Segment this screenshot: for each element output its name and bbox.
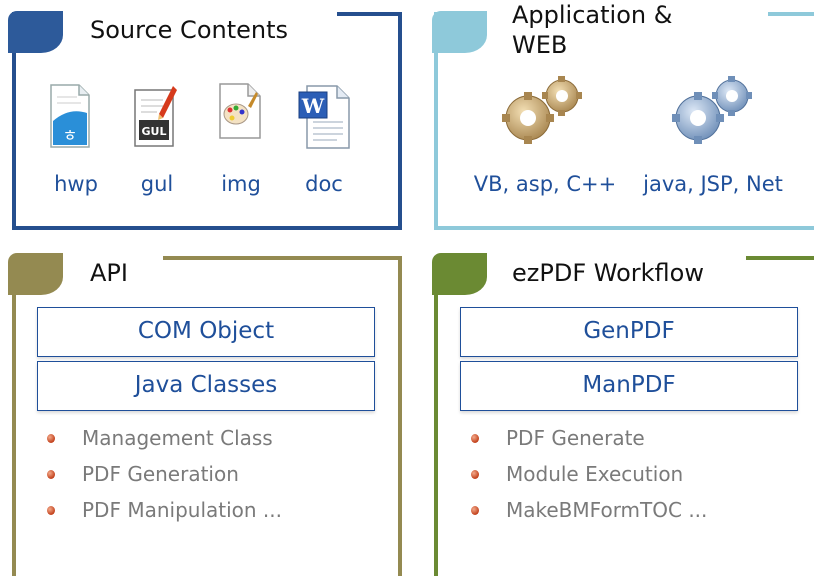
genpdf-button[interactable]: GenPDF [460, 307, 798, 357]
workflow-feature-list: PDF Generate Module Execution MakeBMForm… [466, 420, 707, 528]
java-classes-button[interactable]: Java Classes [37, 361, 375, 411]
app-label-java: java, JSP, Net [643, 172, 783, 196]
svg-text:W: W [301, 94, 325, 118]
com-object-button[interactable]: COM Object [37, 307, 375, 357]
api-feature-list: Management Class PDF Generation PDF Mani… [42, 420, 282, 528]
panel-frame [434, 256, 814, 576]
api-panel: API COM Object Java Classes Management C… [0, 244, 404, 576]
img-file-icon[interactable] [218, 82, 261, 142]
app-label-vb: VB, asp, C++ [473, 172, 617, 196]
file-label-gul: gul [140, 172, 174, 196]
gears-icon[interactable] [494, 72, 590, 152]
panel-title-line2: WEB [512, 31, 568, 59]
svg-text:GUL: GUL [142, 125, 167, 138]
list-item-label: PDF Generation [82, 462, 239, 486]
bullet-icon [471, 470, 479, 479]
panel-top-rule [163, 256, 402, 260]
hwp-file-icon[interactable]: ㅎ [49, 83, 91, 148]
panel-top-rule [746, 256, 814, 260]
gears-icon[interactable] [664, 72, 760, 152]
source-contents-panel: Source Contents ㅎ GUL W hwp gul img doc [0, 0, 404, 232]
list-item-label: PDF Manipulation ... [82, 498, 282, 522]
panel-title: API [90, 259, 128, 287]
file-label-hwp: hwp [54, 172, 98, 196]
panel-top-rule [337, 12, 402, 16]
panel-title: Source Contents [90, 16, 289, 44]
bullet-icon [47, 470, 55, 479]
panel-frame [12, 256, 402, 576]
manpdf-button[interactable]: ManPDF [460, 361, 798, 411]
svg-text:ㅎ: ㅎ [63, 126, 78, 145]
application-web-panel: Application & WEB VB, asp, C++ java, JSP… [432, 0, 814, 232]
list-item-label: Module Execution [506, 462, 684, 486]
bullet-icon [471, 434, 479, 443]
list-item: PDF Generate [466, 420, 707, 456]
workflow-panel: ezPDF Workflow GenPDF ManPDF PDF Generat… [432, 244, 814, 576]
panel-tab [8, 11, 63, 53]
list-item: Module Execution [466, 456, 707, 492]
panel-tab [432, 253, 487, 295]
file-label-img: img [221, 172, 261, 196]
bullet-icon [47, 506, 55, 515]
panel-tab [8, 253, 63, 295]
panel-top-rule [768, 12, 814, 16]
panel-title-line1: Application & [512, 1, 673, 29]
list-item: PDF Manipulation ... [42, 492, 282, 528]
list-item-label: Management Class [82, 426, 273, 450]
list-item: MakeBMFormTOC ... [466, 492, 707, 528]
file-label-doc: doc [305, 172, 343, 196]
list-item-label: MakeBMFormTOC ... [506, 498, 708, 522]
list-item-label: PDF Generate [506, 426, 645, 450]
doc-file-icon[interactable]: W [297, 82, 350, 149]
gul-file-icon[interactable]: GUL [133, 82, 177, 147]
panel-title: ezPDF Workflow [512, 259, 704, 287]
list-item: PDF Generation [42, 456, 282, 492]
bullet-icon [471, 506, 479, 515]
list-item: Management Class [42, 420, 282, 456]
panel-tab [432, 11, 487, 53]
bullet-icon [47, 434, 55, 443]
